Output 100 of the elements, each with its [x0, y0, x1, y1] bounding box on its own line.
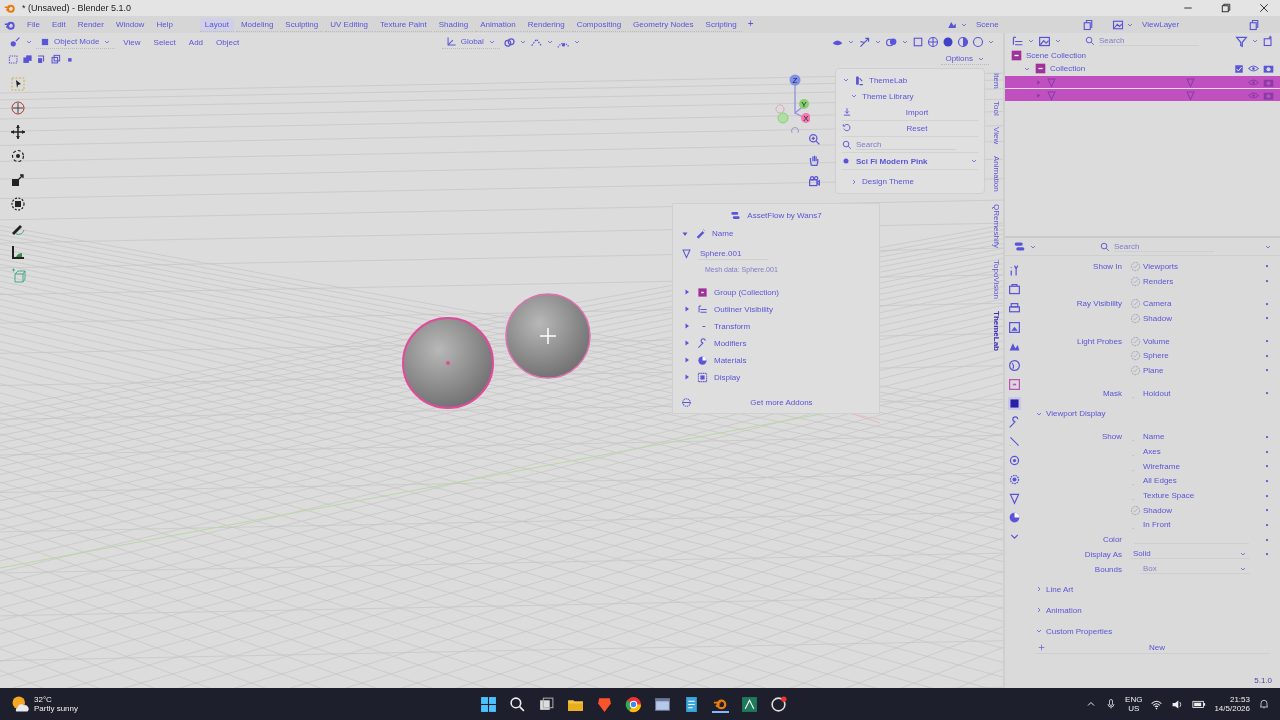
overlay-icon[interactable]: [885, 35, 898, 49]
gizmo-icon[interactable]: [858, 35, 871, 49]
close-icon[interactable]: [1258, 2, 1270, 14]
panel-section-title[interactable]: Line Art: [1046, 584, 1074, 594]
import-button[interactable]: Import: [856, 107, 978, 117]
object-tab-icon[interactable]: [1007, 397, 1021, 410]
theme-dropdown[interactable]: Sci Fi Modern Pink: [842, 156, 978, 166]
select-new-icon[interactable]: [22, 53, 33, 65]
filter-icon[interactable]: [1235, 34, 1248, 48]
new-collection-icon[interactable]: [1262, 35, 1274, 47]
code-editor-icon[interactable]: [741, 695, 758, 713]
expand-triangle-icon[interactable]: [683, 322, 691, 330]
sidebar-tab[interactable]: Item: [992, 73, 1001, 89]
keyframe-dot-icon[interactable]: [1264, 492, 1270, 499]
keyframe-dot-icon[interactable]: [1264, 390, 1270, 397]
constraint-tab-icon[interactable]: [1007, 473, 1021, 486]
sidebar-tab[interactable]: Tool: [992, 100, 1001, 116]
panel-section-title[interactable]: Viewport Display: [1046, 409, 1106, 418]
checkbox-label[interactable]: Shadow: [1143, 505, 1172, 515]
notepad-icon[interactable]: [683, 695, 700, 713]
camera-icon[interactable]: [1263, 63, 1274, 74]
chevron-right-icon[interactable]: [1035, 606, 1043, 615]
expand-triangle-icon[interactable]: [683, 373, 691, 381]
select-box-icon[interactable]: [8, 53, 19, 65]
caret-icon[interactable]: [572, 38, 581, 46]
rendered-shading-icon[interactable]: [972, 36, 984, 48]
checkbox-icon[interactable]: [1130, 364, 1141, 376]
copy-icon[interactable]: [1248, 18, 1260, 31]
caret-icon[interactable]: [874, 38, 882, 46]
orientation-dropdown[interactable]: Global: [441, 35, 500, 49]
checkbox-icon[interactable]: [1130, 275, 1141, 287]
tree-item-label[interactable]: Scene Collection: [1026, 51, 1087, 60]
object-name-field[interactable]: Sphere.001: [698, 247, 768, 260]
checkbox-label[interactable]: Plane: [1143, 365, 1164, 375]
wireframe-shading-icon[interactable]: [927, 36, 939, 48]
get-addons-link[interactable]: Get more Addons: [692, 397, 871, 407]
clock[interactable]: 21:53 14/5/2026: [1214, 695, 1250, 713]
checkbox-label[interactable]: Viewports: [1143, 261, 1178, 271]
section-title[interactable]: Group (Collection): [714, 287, 779, 297]
sidebar-tab[interactable]: ThemeLab: [992, 311, 1001, 352]
restore-icon[interactable]: [1220, 2, 1232, 14]
language-indicator[interactable]: ENG US: [1125, 695, 1143, 713]
checkbox-label[interactable]: Shadow: [1143, 313, 1172, 323]
browser-circle-icon[interactable]: [625, 695, 642, 713]
workspace-tab[interactable]: Geometry Nodes: [628, 17, 699, 32]
checkbox-icon[interactable]: [1130, 335, 1141, 347]
sidebar-tab[interactable]: TopoVision: [992, 260, 1001, 300]
copy-icon[interactable]: [1082, 18, 1094, 31]
caret-icon[interactable]: [518, 38, 527, 46]
add-workspace-button[interactable]: +: [743, 17, 758, 32]
checkbox-label[interactable]: Axes: [1143, 447, 1161, 457]
modifier-tab-icon[interactable]: [1007, 416, 1021, 429]
keyframe-dot-icon[interactable]: [1264, 278, 1270, 285]
checkbox-label[interactable]: Wireframe: [1143, 461, 1180, 471]
checkbox-label[interactable]: Renders: [1143, 276, 1174, 286]
keyframe-dot-icon[interactable]: [1264, 448, 1270, 455]
checkbox-label[interactable]: All Edges: [1143, 476, 1177, 486]
sidebar-tab[interactable]: View: [992, 127, 1001, 145]
workspace-tab[interactable]: Layout: [199, 17, 234, 32]
tree-item-label[interactable]: Collection: [1050, 64, 1086, 73]
material-shading-icon[interactable]: [957, 36, 969, 48]
keyframe-dot-icon[interactable]: [1264, 477, 1270, 484]
expand-triangle-icon[interactable]: [683, 356, 691, 364]
checkbox-label[interactable]: Name: [1143, 432, 1165, 442]
expand-triangle-icon[interactable]: [683, 305, 691, 313]
workspace-tab[interactable]: Compositing: [571, 17, 627, 32]
view-tab-icon[interactable]: [1007, 321, 1021, 334]
panel-section-title[interactable]: Animation: [1046, 605, 1082, 615]
window-app-icon[interactable]: [654, 695, 671, 713]
caret-icon[interactable]: [25, 38, 33, 46]
scale-icon[interactable]: [10, 172, 26, 188]
checkbox-label[interactable]: Camera: [1143, 299, 1172, 309]
workspace-tab[interactable]: Scripting: [700, 17, 742, 32]
menu-item[interactable]: Help: [151, 19, 178, 30]
task-view-icon[interactable]: [538, 695, 555, 713]
menu-item[interactable]: Window: [110, 19, 150, 30]
world-tab-icon[interactable]: [1007, 359, 1021, 372]
keyframe-dot-icon[interactable]: [1264, 315, 1270, 322]
image-icon[interactable]: [1112, 18, 1124, 31]
workspace-tab[interactable]: Modeling: [235, 17, 279, 32]
checkbox-icon[interactable]: [1130, 312, 1141, 324]
search-field[interactable]: Search: [856, 139, 956, 150]
workspace-tab[interactable]: UV Editing: [325, 17, 374, 32]
pivot-icon[interactable]: [502, 35, 516, 49]
checkbox-label[interactable]: In Front: [1143, 520, 1171, 530]
data-tab-icon[interactable]: [1007, 492, 1021, 505]
solid-shading-icon[interactable]: [942, 36, 954, 48]
camera-icon[interactable]: [808, 175, 821, 188]
panel-section-title[interactable]: Custom Properties: [1046, 626, 1113, 636]
rotate-icon[interactable]: [10, 148, 26, 164]
workspace-tab[interactable]: Rendering: [522, 17, 570, 32]
caret-icon[interactable]: [1251, 37, 1259, 45]
caret-icon[interactable]: [901, 38, 909, 46]
expand-triangle-icon[interactable]: [683, 288, 691, 296]
xray-icon[interactable]: [912, 36, 924, 48]
axis-gizmo-drawing[interactable]: Z Y X: [775, 74, 810, 133]
keyframe-dot-icon[interactable]: [1264, 433, 1270, 440]
search-field[interactable]: Search: [1099, 36, 1199, 46]
section-title[interactable]: Materials: [714, 355, 747, 365]
checkbox-label[interactable]: Volume: [1143, 336, 1170, 346]
